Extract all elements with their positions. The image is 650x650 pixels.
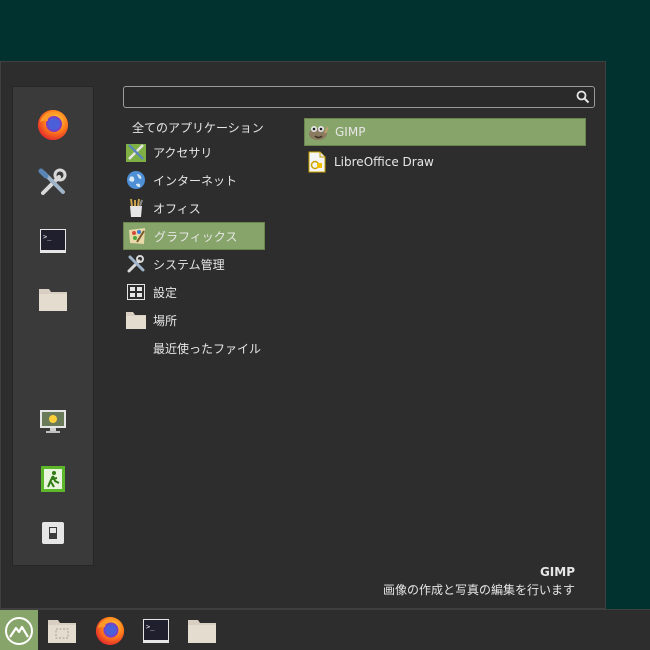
folder-icon [39, 289, 67, 311]
favorite-home-folder[interactable] [33, 279, 73, 319]
favorite-lock-screen[interactable] [33, 401, 73, 441]
libreoffice-draw-icon [306, 151, 328, 173]
graphics-icon [126, 225, 148, 247]
favorite-terminal[interactable]: >_ [33, 221, 73, 261]
panel-terminal[interactable]: >_ [136, 610, 176, 650]
favorite-logout[interactable] [33, 459, 73, 499]
category-label: 最近使ったファイル [153, 341, 262, 356]
category-administration[interactable]: システム管理 [123, 250, 265, 278]
description-text: 画像の作成と写真の編集を行います [382, 583, 575, 597]
places-folder-icon [125, 309, 147, 331]
panel-show-desktop[interactable] [42, 610, 82, 650]
mountain-logo-icon [5, 616, 33, 645]
search-input[interactable] [127, 88, 567, 106]
description-title: GIMP [539, 565, 575, 579]
category-graphics[interactable]: グラフィックス [123, 222, 265, 250]
category-label: オフィス [153, 201, 201, 216]
search-icon [576, 90, 590, 104]
category-accessories[interactable]: アクセサリ [123, 138, 265, 166]
category-label: 場所 [153, 313, 178, 328]
category-office[interactable]: オフィス [123, 194, 265, 222]
application-list: GIMP LibreOffice Draw [304, 118, 586, 178]
category-label: グラフィックス [154, 229, 238, 244]
desktop-folder-icon [48, 619, 76, 643]
category-label: システム管理 [153, 257, 225, 272]
panel-firefox[interactable] [90, 610, 130, 650]
application-menu: >_ 全てのアプリケーション アクセサリ インターネット オフィス グラフィック… [0, 61, 606, 609]
firefox-icon [38, 110, 68, 140]
gimp-icon [307, 121, 329, 143]
app-libreoffice-draw[interactable]: LibreOffice Draw [304, 148, 586, 176]
terminal-icon: >_ [40, 229, 66, 253]
category-preferences[interactable]: 設定 [123, 278, 265, 306]
category-list: 全てのアプリケーション アクセサリ インターネット オフィス グラフィックス シ… [123, 116, 265, 362]
search-box[interactable] [123, 86, 595, 108]
firefox-icon [95, 616, 125, 645]
app-description: GIMP 画像の作成と写真の編集を行います [383, 565, 575, 598]
logout-icon [41, 466, 65, 492]
favorite-shutdown[interactable] [33, 513, 73, 553]
terminal-icon: >_ [143, 618, 169, 643]
internet-globe-icon [125, 169, 147, 191]
category-all-applications[interactable]: 全てのアプリケーション [123, 116, 265, 138]
folder-icon [188, 619, 216, 643]
category-label: アクセサリ [153, 145, 213, 160]
favorite-firefox[interactable] [33, 105, 73, 145]
category-recent-files[interactable]: 最近使ったファイル [123, 334, 265, 362]
system-tools-icon [38, 168, 67, 195]
category-label: 全てのアプリケーション [132, 120, 264, 135]
app-label: GIMP [335, 125, 366, 139]
app-label: LibreOffice Draw [334, 155, 434, 169]
office-icon [125, 197, 147, 219]
menu-button[interactable] [0, 610, 38, 650]
panel-file-manager[interactable] [182, 610, 222, 650]
svg-text:>_: >_ [43, 233, 52, 241]
bottom-panel: >_ [0, 609, 650, 650]
lock-screen-icon [40, 410, 66, 433]
preferences-icon [125, 281, 147, 303]
shutdown-icon [42, 522, 64, 544]
accessories-icon [125, 141, 147, 163]
category-label: 設定 [153, 285, 178, 300]
category-internet[interactable]: インターネット [123, 166, 265, 194]
favorite-system-tools[interactable] [33, 163, 73, 203]
category-places[interactable]: 場所 [123, 306, 265, 334]
category-label: インターネット [153, 173, 238, 188]
administration-icon [125, 253, 147, 275]
app-gimp[interactable]: GIMP [304, 118, 586, 146]
svg-text:>_: >_ [146, 623, 155, 631]
favorites-sidebar: >_ [12, 86, 94, 566]
